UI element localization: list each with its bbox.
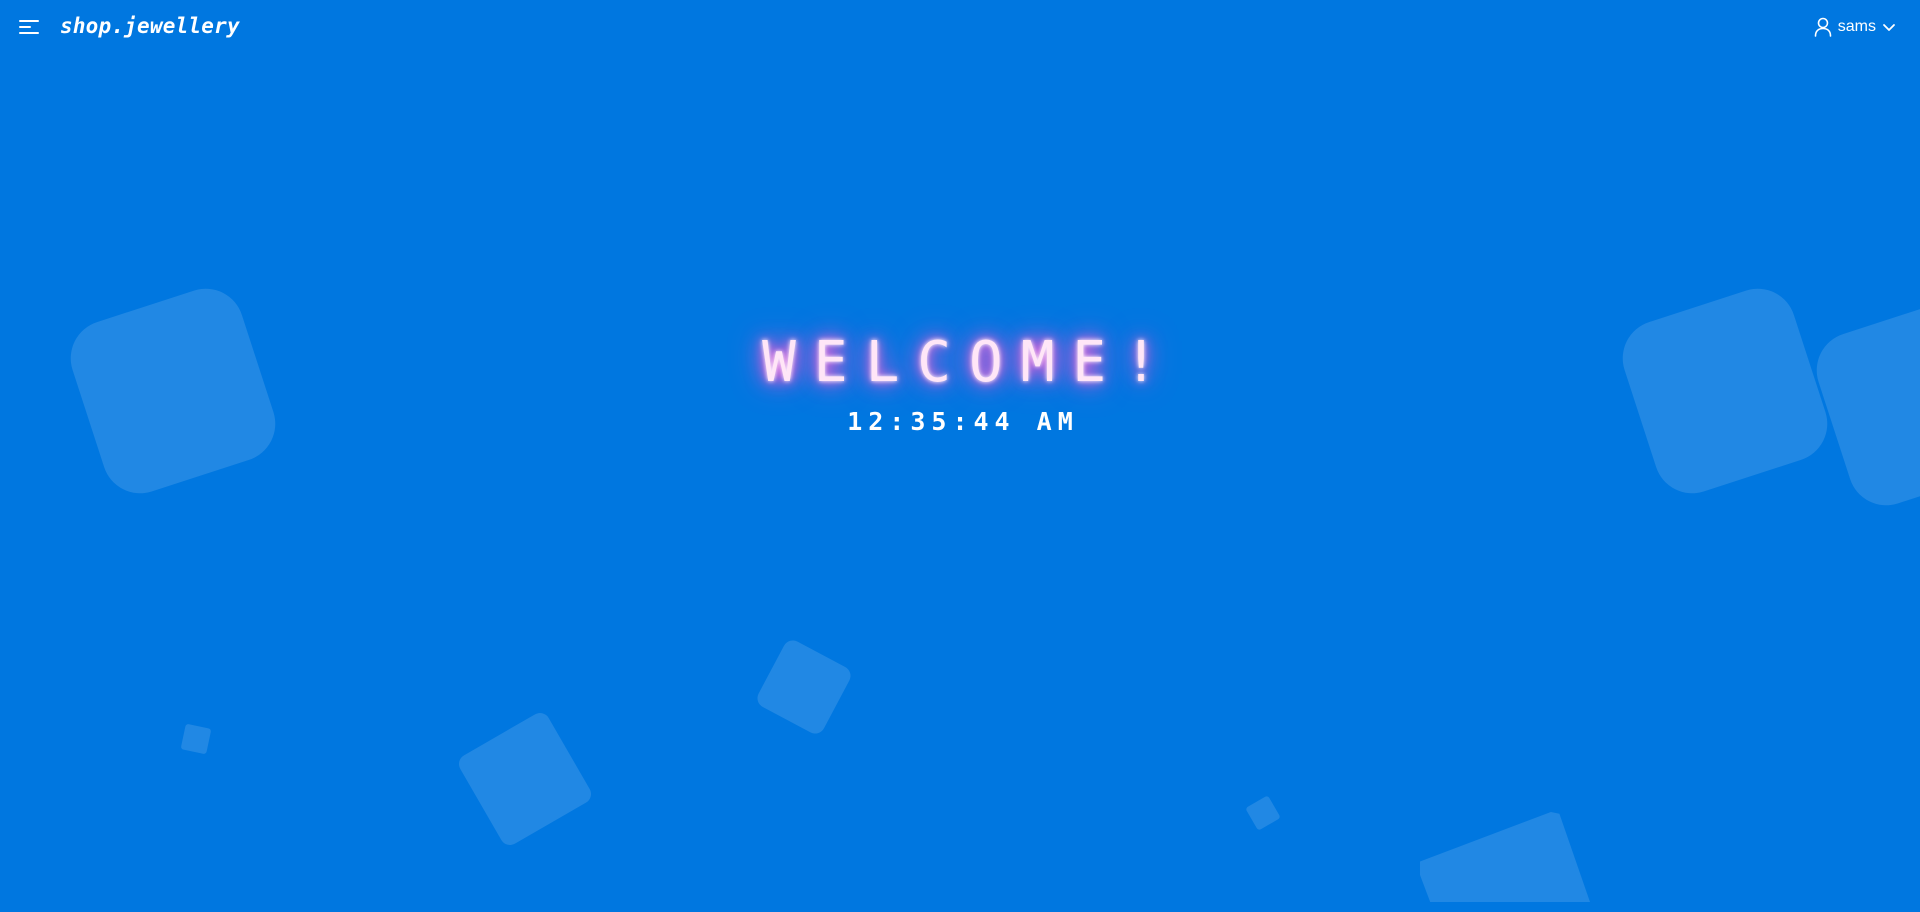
welcome-heading: WELCOME!: [762, 330, 1176, 395]
background-shape: [1245, 795, 1281, 831]
menu-toggle-button[interactable]: [18, 18, 42, 40]
page: shop.jewellery sams WELCOME! 12:35:44 AM: [0, 0, 1920, 912]
clock-display: 12:35:44 AM: [847, 407, 1079, 436]
user-name: sams: [1837, 18, 1876, 35]
top-bar: shop.jewellery sams: [0, 0, 1920, 58]
chevron-down-icon: [1883, 24, 1895, 31]
welcome-section: WELCOME! 12:35:44 AM: [0, 330, 1920, 436]
user-menu-button[interactable]: sams: [1814, 17, 1896, 37]
background-shape: [753, 636, 855, 738]
hamburger-icon: [19, 20, 39, 34]
user-icon: [1814, 17, 1832, 37]
brand-logo[interactable]: shop.jewellery: [60, 14, 240, 38]
background-shape: [455, 709, 595, 849]
background-shape: [1420, 812, 1590, 902]
background-shape: [180, 723, 212, 755]
